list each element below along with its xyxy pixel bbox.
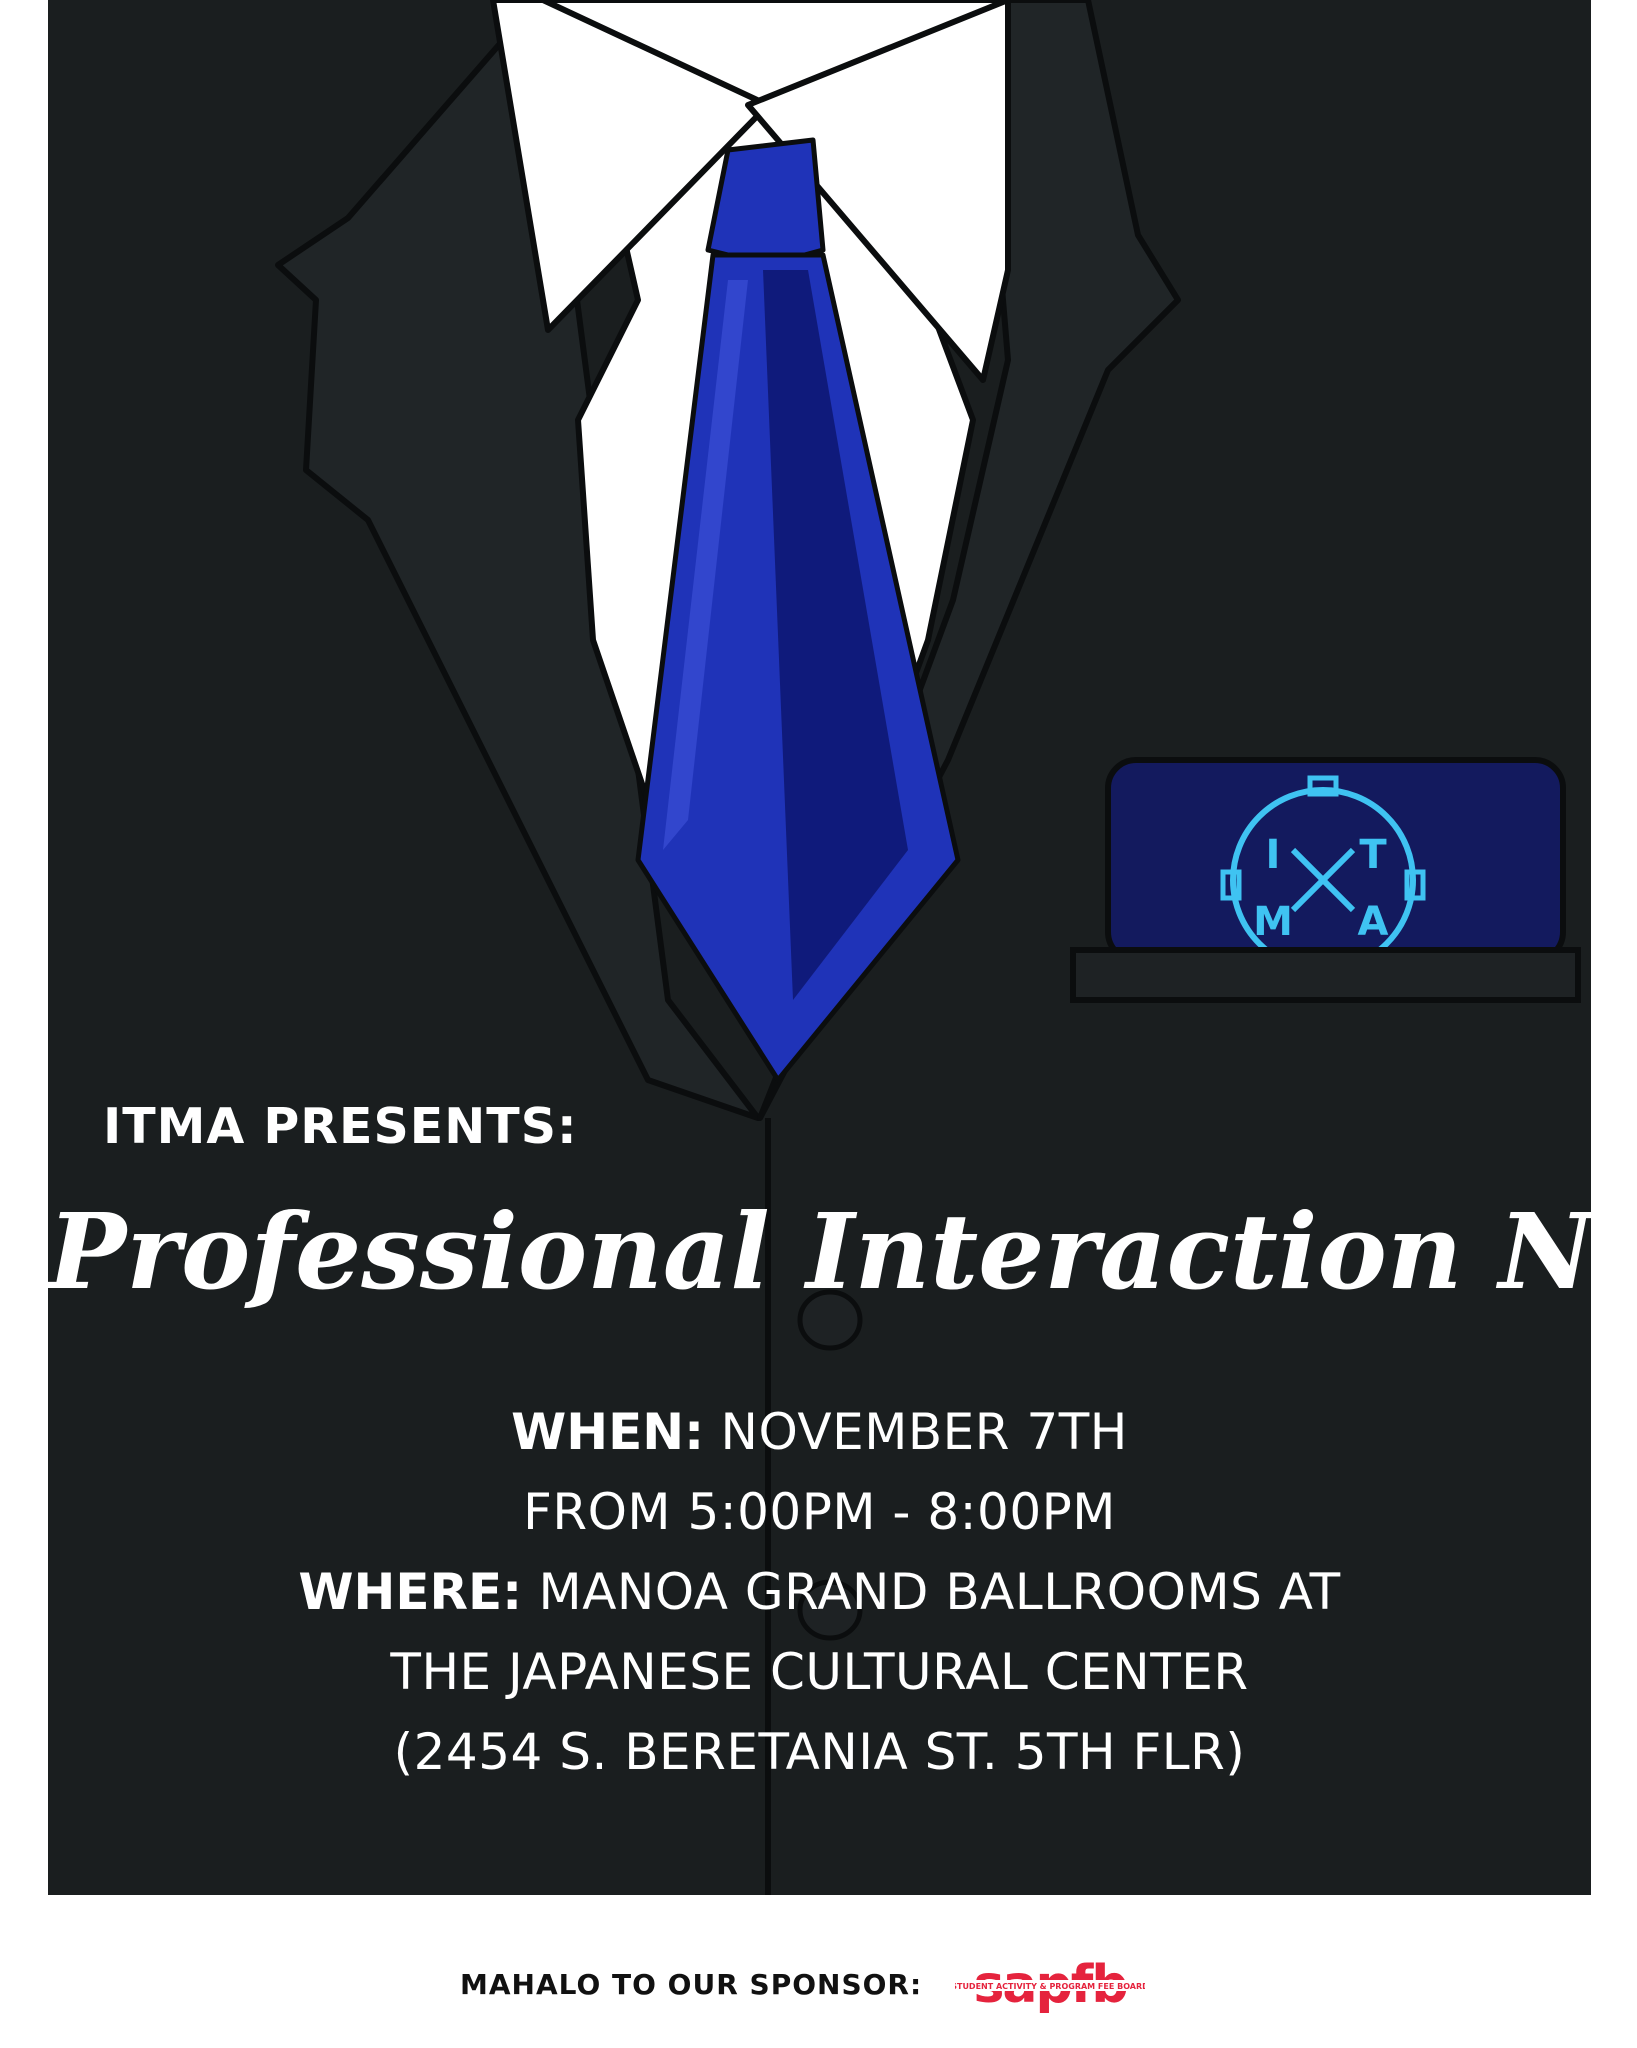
when-label: WHEN: — [511, 1403, 705, 1461]
logo-letter-t: T — [1359, 832, 1387, 878]
venue-line: THE JAPANESE CULTURAL CENTER — [390, 1643, 1249, 1701]
event-details: WHEN: NOVEMBER 7TH FROM 5:00PM - 8:00PM … — [48, 1392, 1591, 1792]
logo-letter-a: A — [1358, 899, 1389, 945]
presenter-heading: ITMA PRESENTS: — [103, 1098, 578, 1155]
sponsor-footer: MAHALO TO OUR SPONSOR: sapfb STUDENT ACT… — [0, 1950, 1637, 2020]
logo-letter-m: M — [1253, 899, 1293, 945]
sapfb-logo: sapfb STUDENT ACTIVITY & PROGRAM FEE BOA… — [955, 1955, 1145, 2015]
where-value: MANOA GRAND BALLROOMS AT — [522, 1563, 1341, 1621]
address-line: (2454 S. BERETANIA ST. 5TH FLR) — [393, 1723, 1246, 1781]
event-poster: I T M A ITMA PRESENTS: Professional Inte… — [48, 0, 1591, 1895]
time-line: FROM 5:00PM - 8:00PM — [523, 1483, 1116, 1541]
when-value: NOVEMBER 7TH — [704, 1403, 1128, 1461]
event-title: Professional Interaction Night — [48, 1190, 1591, 1313]
sapfb-tagline: STUDENT ACTIVITY & PROGRAM FEE BOARD — [955, 1982, 1145, 1991]
pocket-welt — [1070, 947, 1581, 1003]
logo-letter-i: I — [1266, 832, 1281, 878]
where-label: WHERE: — [298, 1563, 523, 1621]
sponsor-label: MAHALO TO OUR SPONSOR: — [460, 1968, 923, 2001]
where-line: WHERE: MANOA GRAND BALLROOMS AT — [48, 1552, 1591, 1632]
when-line: WHEN: NOVEMBER 7TH — [48, 1392, 1591, 1472]
